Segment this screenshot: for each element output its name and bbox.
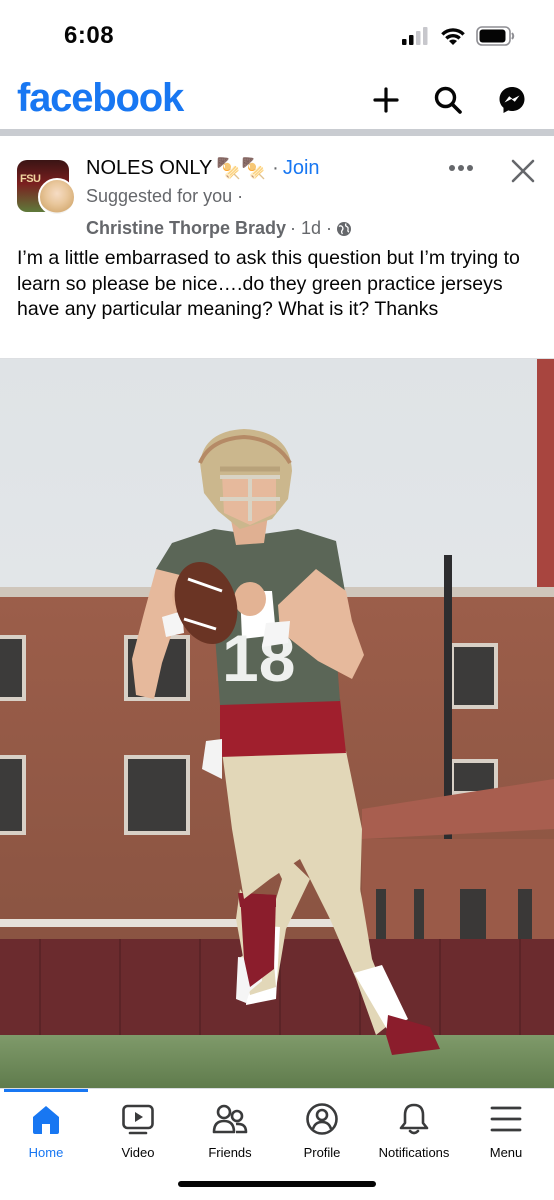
tab-profile-label: Profile [303,1145,341,1160]
battery-icon [476,26,515,46]
more-icon [449,165,473,171]
active-tab-indicator [4,1089,88,1092]
tab-notifications-label: Notifications [378,1145,450,1160]
author-line: Christine Thorpe Brady · 1d · [86,218,352,239]
separator-dot: · [272,157,279,179]
menu-icon [490,1106,522,1132]
status-time: 6:08 [64,22,115,49]
messenger-icon [499,87,525,113]
group-name[interactable]: NOLES ONLY [86,157,212,180]
suggested-label: Suggested for you · [86,186,244,206]
bell-icon [399,1103,429,1135]
home-indicator[interactable] [178,1181,376,1187]
football-player-photo: 18 [0,359,554,1088]
app-header: facebook [0,70,554,130]
post-time[interactable]: · 1d · [290,218,332,239]
tab-video-label: Video [121,1145,155,1160]
create-button[interactable] [368,82,404,118]
tab-friends[interactable]: Friends [184,1099,276,1169]
search-icon [434,86,462,114]
post-text: I’m a little embarrased to ask this ques… [17,247,520,320]
video-icon [122,1104,154,1135]
profile-icon [306,1103,338,1135]
tab-menu[interactable]: Menu [460,1099,552,1169]
status-icons [402,26,516,46]
hide-post-button[interactable] [506,154,540,188]
tab-video[interactable]: Video [92,1099,184,1169]
tab-friends-label: Friends [208,1145,252,1160]
friends-icon [212,1104,248,1134]
globe-icon [337,221,352,236]
tab-menu-label: Menu [489,1145,523,1160]
home-icon [33,1106,59,1134]
tab-home[interactable]: Home [0,1099,92,1169]
tab-profile[interactable]: Profile [276,1099,368,1169]
author-avatar[interactable] [38,178,76,216]
group-avatar-text: FSU [20,173,41,185]
cellular-signal-icon [402,27,428,45]
facebook-logo[interactable]: facebook [17,76,184,121]
search-button[interactable] [430,82,466,118]
author-name[interactable]: Christine Thorpe Brady [86,218,286,239]
post-photo[interactable]: 18 [0,358,554,1088]
join-button[interactable]: Join [283,157,320,180]
post-header: FSU NOLES ONLY 🍢🍢 · Join Suggested for y… [0,136,554,244]
messenger-button[interactable] [494,82,530,118]
close-icon [511,159,535,183]
group-emoji: 🍢🍢 [216,158,267,180]
add-icon [373,87,399,113]
status-bar: 6:08 [0,0,554,70]
wifi-icon [441,28,465,45]
more-options-button[interactable] [444,156,478,180]
header-divider [0,129,554,136]
tab-notifications[interactable]: Notifications [368,1099,460,1169]
tab-home-label: Home [28,1145,64,1160]
group-line: NOLES ONLY 🍢🍢 · Join [86,156,320,181]
